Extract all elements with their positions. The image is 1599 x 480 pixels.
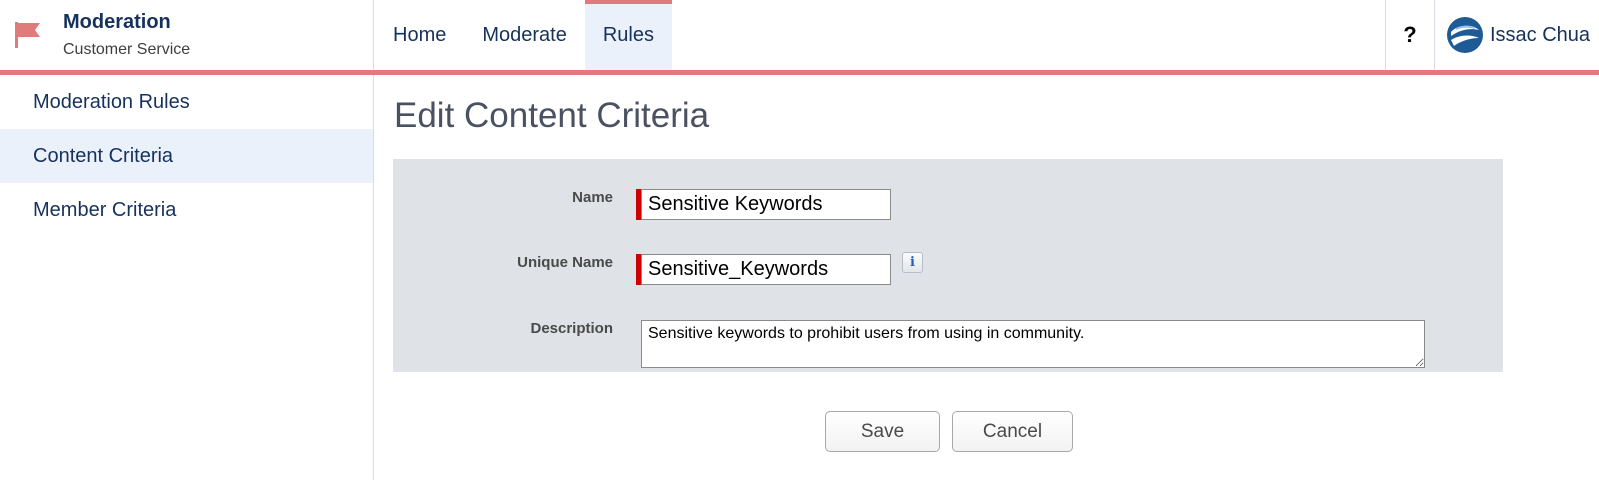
- unique-name-label: Unique Name: [517, 254, 613, 271]
- top-nav: Home Moderate Rules: [375, 0, 673, 70]
- nav-tab-moderate[interactable]: Moderate: [464, 0, 585, 70]
- flag-icon: [15, 22, 40, 48]
- user-name: Issac Chua: [1490, 23, 1591, 46]
- sidebar-item-content-criteria[interactable]: Content Criteria: [0, 129, 373, 183]
- help-icon: ?: [1403, 22, 1417, 47]
- nav-tab-rules[interactable]: Rules: [584, 0, 673, 70]
- page-title: Edit Content Criteria: [394, 96, 710, 135]
- save-button[interactable]: Save: [825, 411, 940, 452]
- sidebar-item-moderation-rules[interactable]: Moderation Rules: [0, 75, 373, 129]
- info-icon[interactable]: i: [902, 252, 923, 273]
- cancel-button[interactable]: Cancel: [952, 411, 1073, 452]
- description-textarea[interactable]: Sensitive keywords to prohibit users fro…: [641, 320, 1425, 368]
- app-subtitle: Customer Service: [63, 41, 191, 58]
- user-menu[interactable]: Issac Chua: [1436, 0, 1599, 70]
- sidebar-item-member-criteria[interactable]: Member Criteria: [0, 183, 373, 237]
- nav-tab-home[interactable]: Home: [375, 0, 464, 70]
- description-label: Description: [530, 320, 613, 337]
- name-input[interactable]: [641, 189, 891, 220]
- unique-name-input[interactable]: [641, 254, 891, 285]
- sidebar: Moderation Rules Content Criteria Member…: [0, 75, 374, 480]
- help-button[interactable]: ?: [1385, 0, 1435, 70]
- global-header: Moderation Customer Service Home Moderat…: [0, 0, 1599, 75]
- edit-form-panel: Name Unique Name i Description Sensitive…: [393, 159, 1503, 372]
- avatar: [1447, 17, 1483, 53]
- app-title: Moderation: [63, 11, 171, 33]
- app-brand: Moderation Customer Service: [0, 0, 374, 70]
- name-label: Name: [572, 189, 613, 206]
